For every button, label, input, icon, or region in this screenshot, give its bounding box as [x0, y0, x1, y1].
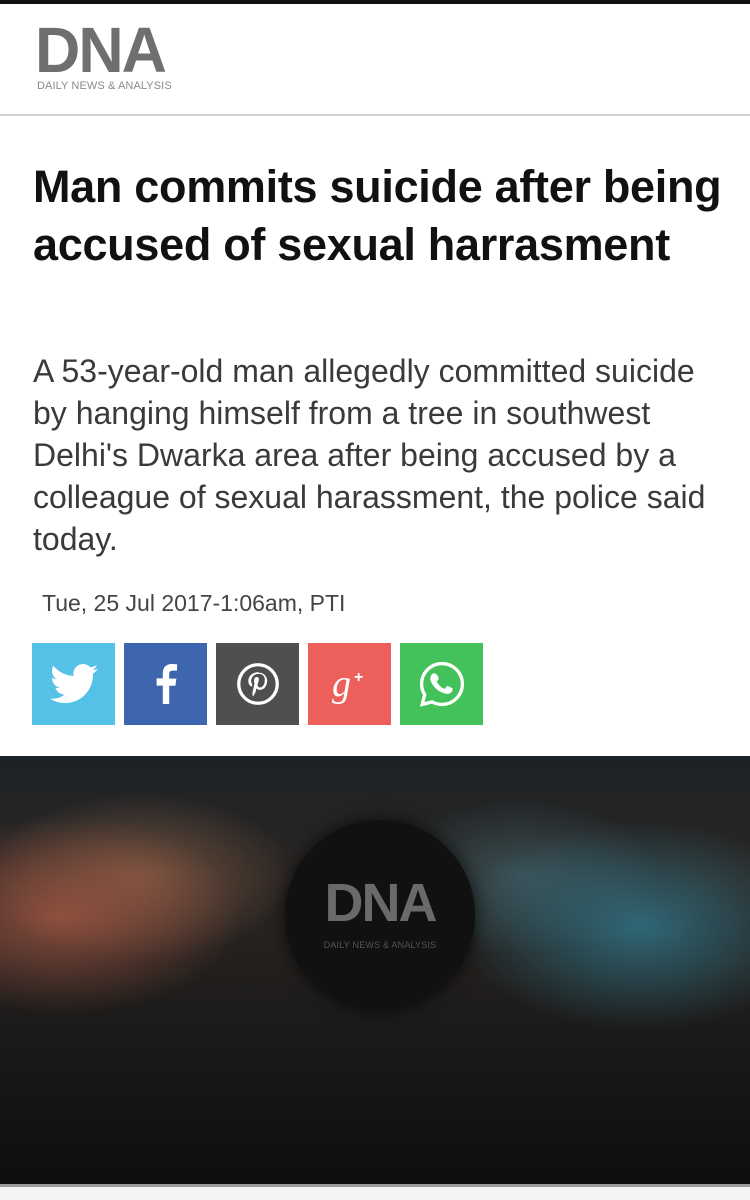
svg-text:g: g — [332, 663, 351, 705]
pinterest-share-button[interactable] — [216, 643, 299, 725]
whatsapp-share-button[interactable] — [400, 643, 483, 725]
logo-wordmark: DNA — [35, 14, 167, 86]
facebook-icon — [156, 664, 177, 704]
svg-text:+: + — [354, 669, 363, 686]
twitter-icon — [49, 664, 98, 703]
dna-logo[interactable]: DNA DAILY NEWS & ANALYSIS — [35, 18, 205, 98]
facebook-share-button[interactable] — [124, 643, 207, 725]
google-plus-icon: g + — [332, 663, 363, 705]
video-logo-wordmark: DNA — [324, 873, 438, 933]
whatsapp-icon — [419, 661, 464, 707]
article-headline: Man commits suicide after being accused … — [33, 161, 722, 270]
article-meta: Tue, 25 Jul 2017-1:06am, PTI — [42, 590, 346, 616]
bottom-divider — [0, 1184, 750, 1187]
share-buttons: g + — [32, 643, 483, 725]
twitter-share-button[interactable] — [32, 643, 115, 725]
article-summary: A 53-year-old man allegedly committed su… — [33, 353, 706, 557]
masthead: DNA DAILY NEWS & ANALYSIS — [0, 4, 750, 114]
google-plus-share-button[interactable]: g + — [308, 643, 391, 725]
video-logo-badge: DNA DAILY NEWS & ANALYSIS — [285, 820, 475, 1010]
pinterest-icon — [236, 663, 279, 705]
video-player[interactable]: DNA DAILY NEWS & ANALYSIS — [0, 756, 750, 1184]
video-logo-tagline: DAILY NEWS & ANALYSIS — [323, 940, 437, 950]
logo-tagline: DAILY NEWS & ANALYSIS — [37, 80, 172, 92]
header-divider — [0, 114, 750, 116]
